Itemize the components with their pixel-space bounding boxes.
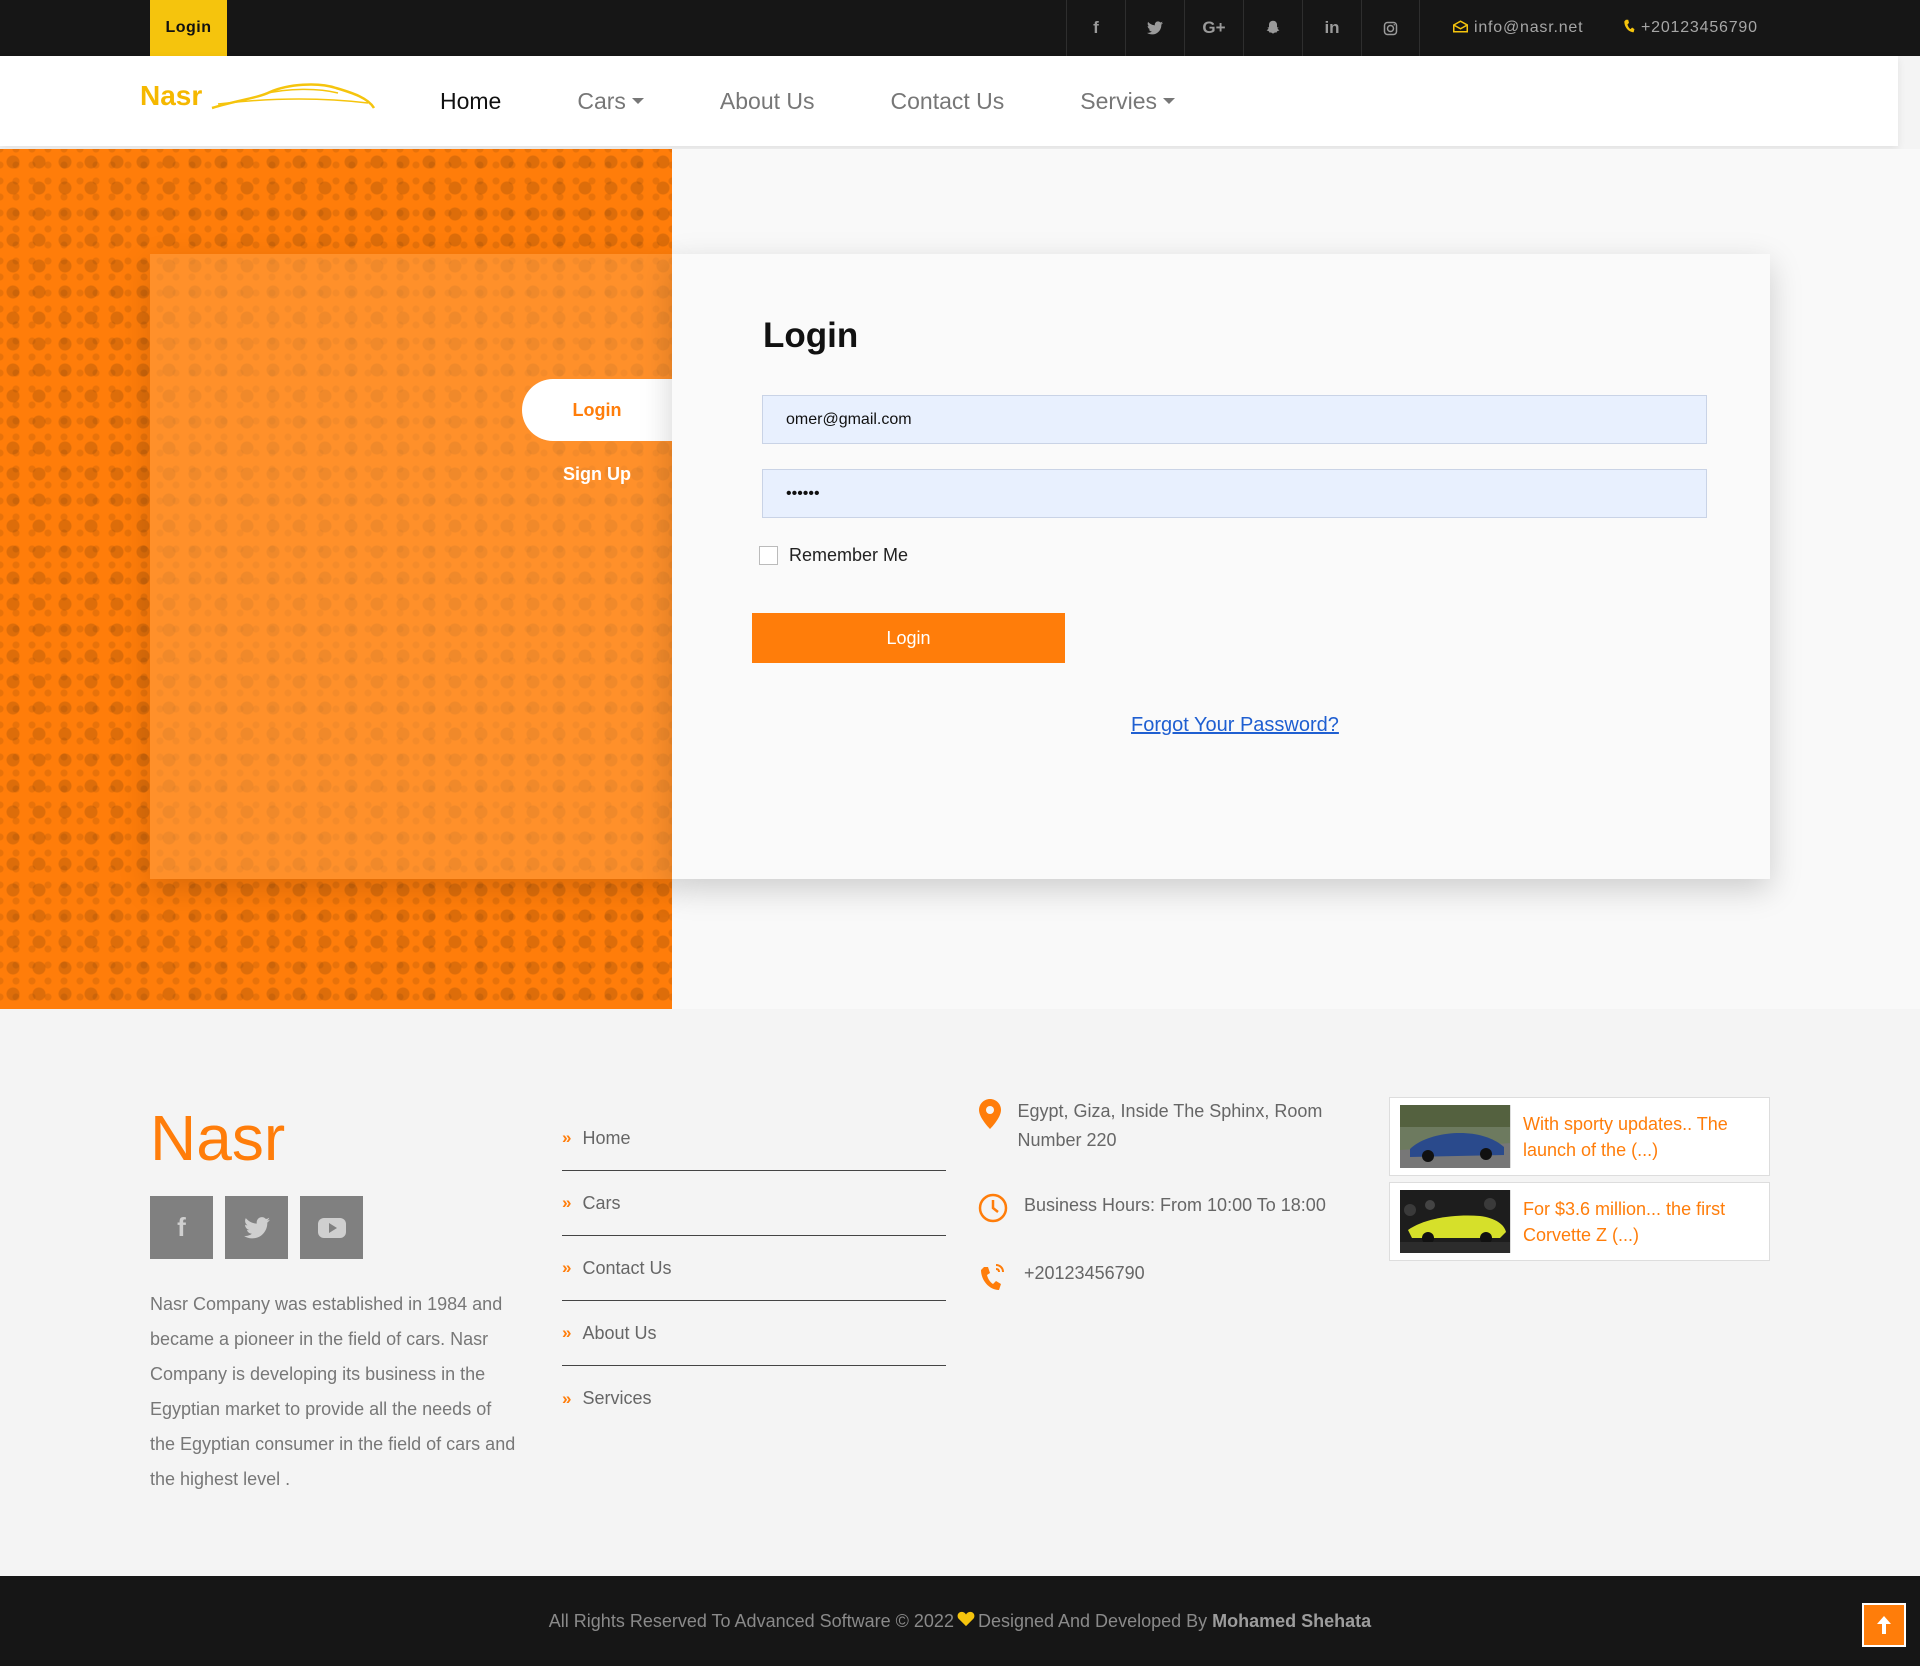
nav-about[interactable]: About Us: [720, 88, 815, 115]
twitter-icon[interactable]: [225, 1196, 288, 1259]
author-name: Mohamed Shehata: [1212, 1610, 1372, 1631]
copyright-text: All Rights Reserved To Advanced Software…: [548, 1610, 954, 1631]
envelope-icon: [1453, 19, 1468, 37]
login-button[interactable]: Login: [752, 613, 1065, 663]
footer-brand: Nasr: [150, 1102, 286, 1174]
news-item[interactable]: With sporty updates.. The launch of the …: [1389, 1097, 1770, 1176]
email-field[interactable]: omer@gmail.com: [762, 395, 1707, 444]
login-title: Login: [763, 316, 859, 355]
youtube-icon[interactable]: [300, 1196, 363, 1259]
nav-contact[interactable]: Contact Us: [891, 88, 1005, 115]
footer-link-home[interactable]: » Home: [562, 1106, 946, 1171]
remember-me[interactable]: Remember Me: [759, 545, 908, 566]
top-social-icons: f G+ in: [1066, 0, 1420, 56]
brand-logo[interactable]: Nasr: [140, 78, 376, 114]
top-phone[interactable]: +20123456790: [1623, 0, 1758, 56]
footer-news: With sporty updates.. The launch of the …: [1389, 1097, 1770, 1267]
login-form-card: Login omer@gmail.com •••••• Remember Me …: [672, 254, 1770, 879]
double-chevron-icon: »: [562, 1128, 572, 1147]
instagram-icon[interactable]: [1361, 0, 1420, 56]
double-chevron-icon: »: [562, 1388, 572, 1408]
phone-icon: [1623, 19, 1635, 37]
designed-by-text: Designed And Developed By: [977, 1610, 1208, 1631]
main-navbar: Nasr Home Cars About Us Contact Us Servi…: [0, 56, 1898, 146]
footer-hours: Business Hours: From 10:00 To 18:00: [978, 1191, 1338, 1223]
footer-link-services[interactable]: » Services: [562, 1366, 946, 1431]
nav-cars[interactable]: Cars: [577, 88, 644, 115]
double-chevron-icon: »: [562, 1258, 572, 1277]
heart-icon: [957, 1611, 975, 1632]
footer-link-cars[interactable]: » Cars: [562, 1171, 946, 1236]
top-phone-text: +20123456790: [1641, 19, 1758, 36]
google-plus-icon[interactable]: G+: [1184, 0, 1243, 56]
remember-label: Remember Me: [789, 545, 909, 565]
footer-phone: +20123456790: [978, 1259, 1338, 1291]
footer-link-contact[interactable]: » Contact Us: [562, 1236, 946, 1301]
footer-contact: Egypt, Giza, Inside The Sphinx, Room Num…: [978, 1097, 1338, 1327]
news-thumbnail-yellow-car: [1400, 1190, 1511, 1253]
nav-home[interactable]: Home: [440, 88, 501, 115]
news-item[interactable]: For $3.6 million... the first Corvette Z…: [1389, 1182, 1770, 1261]
double-chevron-icon: »: [562, 1323, 572, 1342]
footer-about-text: Nasr Company was established in 1984 and…: [150, 1294, 516, 1489]
clock-icon: [978, 1193, 1008, 1223]
copyright-bar: All Rights Reserved To Advanced Software…: [0, 1576, 1920, 1666]
footer-links: » Home » Cars » Contact Us » About Us » Servi…: [562, 1106, 946, 1431]
footer-link-about[interactable]: » About Us: [562, 1301, 946, 1366]
double-chevron-icon: »: [562, 1193, 572, 1212]
auth-tabs-panel: Login Sign Up: [150, 254, 672, 879]
top-email-text: info@nasr.net: [1474, 19, 1584, 36]
top-login-button[interactable]: Login: [150, 0, 227, 56]
remember-checkbox[interactable]: [759, 546, 778, 565]
map-pin-icon: [978, 1099, 1002, 1129]
footer: Nasr f Nasr Company was established in 1…: [0, 1009, 1920, 1576]
linkedin-icon[interactable]: in: [1302, 0, 1361, 56]
nav-services[interactable]: Servies: [1080, 88, 1175, 115]
password-field[interactable]: ••••••: [762, 469, 1707, 518]
twitter-icon[interactable]: [1125, 0, 1184, 56]
top-bar: Login f G+ in info@nasr.net +20123456790: [0, 0, 1920, 56]
footer-address: Egypt, Giza, Inside The Sphinx, Room Num…: [978, 1097, 1338, 1155]
footer-social: f: [150, 1196, 375, 1259]
caret-down-icon: [1163, 98, 1175, 104]
top-email[interactable]: info@nasr.net: [1453, 0, 1583, 56]
facebook-icon[interactable]: f: [1066, 0, 1125, 56]
tab-signup[interactable]: Sign Up: [522, 459, 672, 489]
news-text: With sporty updates.. The launch of the …: [1523, 1113, 1728, 1160]
nav-links: Home Cars About Us Contact Us Servies: [440, 56, 1251, 146]
scroll-to-top-button[interactable]: [1862, 1603, 1906, 1647]
phone-ring-icon: [978, 1261, 1008, 1291]
car-logo-icon: [211, 83, 376, 110]
tab-login[interactable]: Login: [522, 379, 672, 441]
caret-down-icon: [631, 98, 644, 104]
news-thumbnail-blue-car: [1400, 1105, 1511, 1168]
news-text: For $3.6 million... the first Corvette Z…: [1523, 1198, 1726, 1245]
snapchat-icon[interactable]: [1243, 0, 1302, 56]
arrow-up-icon: [1877, 1616, 1891, 1634]
forgot-password-link[interactable]: Forgot Your Password?: [1131, 714, 1339, 737]
brand-name: Nasr: [140, 80, 203, 111]
facebook-icon[interactable]: f: [150, 1196, 213, 1259]
login-section: Login Sign Up Login omer@gmail.com •••••…: [0, 149, 1920, 1009]
